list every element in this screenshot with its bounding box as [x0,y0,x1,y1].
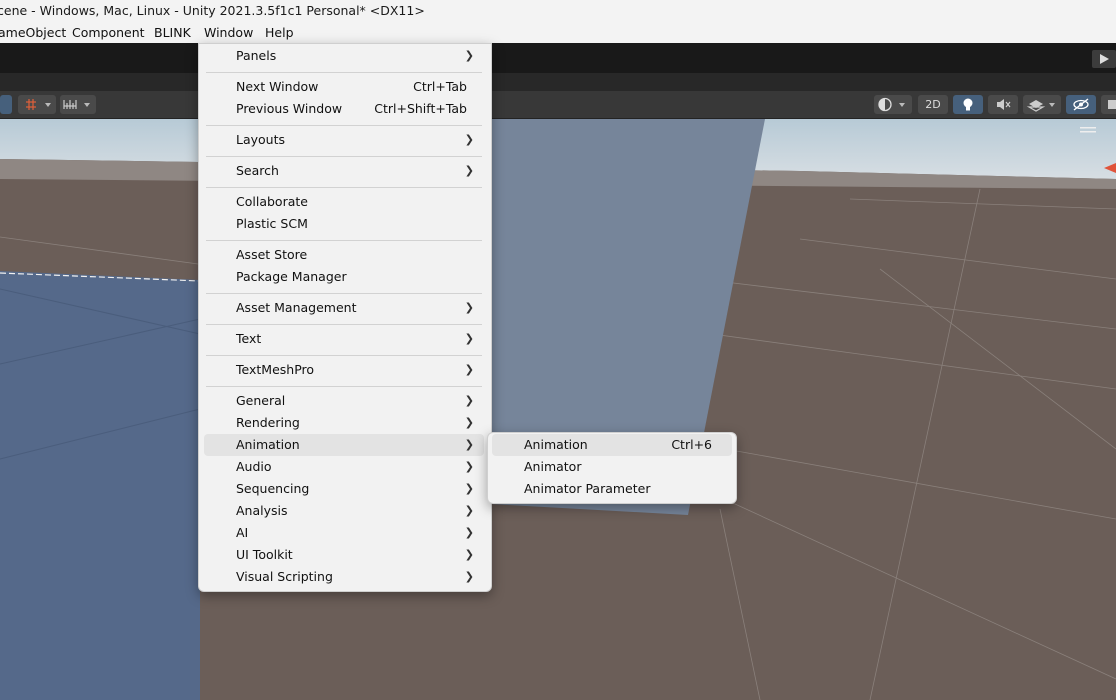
lightbulb-icon [963,98,973,111]
chevron-right-icon: ❯ [464,332,474,345]
play-button[interactable] [1092,50,1116,68]
menu-separator [206,240,482,241]
toggle-2d-button[interactable]: 2D [918,95,948,114]
menu-blink[interactable]: BLINK [154,22,191,43]
menu-separator [206,386,482,387]
chevron-right-icon: ❯ [464,548,474,561]
chevron-right-icon: ❯ [464,301,474,314]
menu-bar: ameObject Component BLINK Window Help [0,22,1116,43]
submenu-item-animator[interactable]: Animator [492,456,732,478]
hidden-objects-button[interactable] [1066,95,1096,114]
menu-separator [206,187,482,188]
menu-item-panels[interactable]: Panels ❯ [204,45,484,67]
menu-item-asset-management[interactable]: Asset Management ❯ [204,297,484,319]
chevron-right-icon: ❯ [464,482,474,495]
scene-view[interactable] [0,119,1116,700]
grid-snap-button[interactable] [18,95,56,114]
ruler-icon [63,100,90,109]
menu-item-analysis[interactable]: Analysis ❯ [204,500,484,522]
scene-view-toolbar: 2D [0,91,1116,119]
tab-strip [0,73,1116,91]
scene-lighting-button[interactable] [953,95,983,114]
chevron-right-icon: ❯ [464,438,474,451]
eye-slash-icon [1073,98,1089,111]
menu-item-collaborate[interactable]: Collaborate [204,191,484,213]
menu-component[interactable]: Component [72,22,145,43]
menu-separator [206,125,482,126]
shortcut-label: Ctrl+6 [671,437,712,452]
menu-window[interactable]: Window [204,22,253,43]
menu-item-text[interactable]: Text ❯ [204,328,484,350]
chevron-right-icon: ❯ [464,526,474,539]
chevron-right-icon: ❯ [464,504,474,517]
menu-item-layouts[interactable]: Layouts ❯ [204,129,484,151]
play-icon [1100,54,1109,64]
menu-help[interactable]: Help [265,22,294,43]
speaker-mute-icon [997,99,1011,110]
menu-item-ui-toolkit[interactable]: UI Toolkit ❯ [204,544,484,566]
stop-square-icon [1108,100,1116,109]
chevron-right-icon: ❯ [464,133,474,146]
menu-item-package-manager[interactable]: Package Manager [204,266,484,288]
chevron-right-icon: ❯ [464,570,474,583]
shading-mode-button[interactable] [874,95,912,114]
menu-item-rendering[interactable]: Rendering ❯ [204,412,484,434]
chevron-right-icon: ❯ [464,416,474,429]
menu-item-next-window[interactable]: Next Window Ctrl+Tab [204,76,484,98]
audio-mute-button[interactable] [988,95,1018,114]
window-menu-dropdown: Panels ❯ Next Window Ctrl+Tab Previous W… [198,43,492,592]
submenu-item-animation[interactable]: Animation Ctrl+6 [492,434,732,456]
menu-item-search[interactable]: Search ❯ [204,160,484,182]
menu-separator [206,293,482,294]
chevron-right-icon: ❯ [464,394,474,407]
menu-item-sequencing[interactable]: Sequencing ❯ [204,478,484,500]
submenu-item-animator-parameter[interactable]: Animator Parameter [492,478,732,500]
gizmos-button[interactable] [1101,95,1116,114]
menu-gameobject[interactable]: ameObject [0,22,66,43]
menu-separator [206,72,482,73]
menu-item-ai[interactable]: AI ❯ [204,522,484,544]
menu-item-audio[interactable]: Audio ❯ [204,456,484,478]
sphere-icon [878,97,905,112]
menu-item-previous-window[interactable]: Previous Window Ctrl+Shift+Tab [204,98,484,120]
shortcut-label: Ctrl+Shift+Tab [374,101,467,116]
menu-item-animation[interactable]: Animation ❯ [204,434,484,456]
menu-item-general[interactable]: General ❯ [204,390,484,412]
menu-separator [206,324,482,325]
increment-snap-button[interactable] [60,95,96,114]
menu-item-visual-scripting[interactable]: Visual Scripting ❯ [204,566,484,588]
main-toolbar [0,43,1116,73]
chevron-right-icon: ❯ [464,164,474,177]
draw-mode-button[interactable] [0,95,12,114]
chevron-right-icon: ❯ [464,363,474,376]
menu-separator [206,156,482,157]
animation-submenu: Animation Ctrl+6 Animator Animator Param… [487,432,737,504]
shortcut-label: Ctrl+Tab [413,79,467,94]
chevron-right-icon: ❯ [464,49,474,62]
window-title-bar: cene - Windows, Mac, Linux - Unity 2021.… [0,0,1116,22]
menu-item-plastic-scm[interactable]: Plastic SCM [204,213,484,235]
menu-item-textmeshpro[interactable]: TextMeshPro ❯ [204,359,484,381]
chevron-right-icon: ❯ [464,460,474,473]
menu-separator [206,355,482,356]
window-title: cene - Windows, Mac, Linux - Unity 2021.… [0,3,425,18]
menu-item-asset-store[interactable]: Asset Store [204,244,484,266]
grid-snap-icon [26,99,51,110]
effects-button[interactable] [1023,95,1061,114]
layers-icon [1026,100,1055,112]
scene-viewport-graphics [0,119,1116,700]
